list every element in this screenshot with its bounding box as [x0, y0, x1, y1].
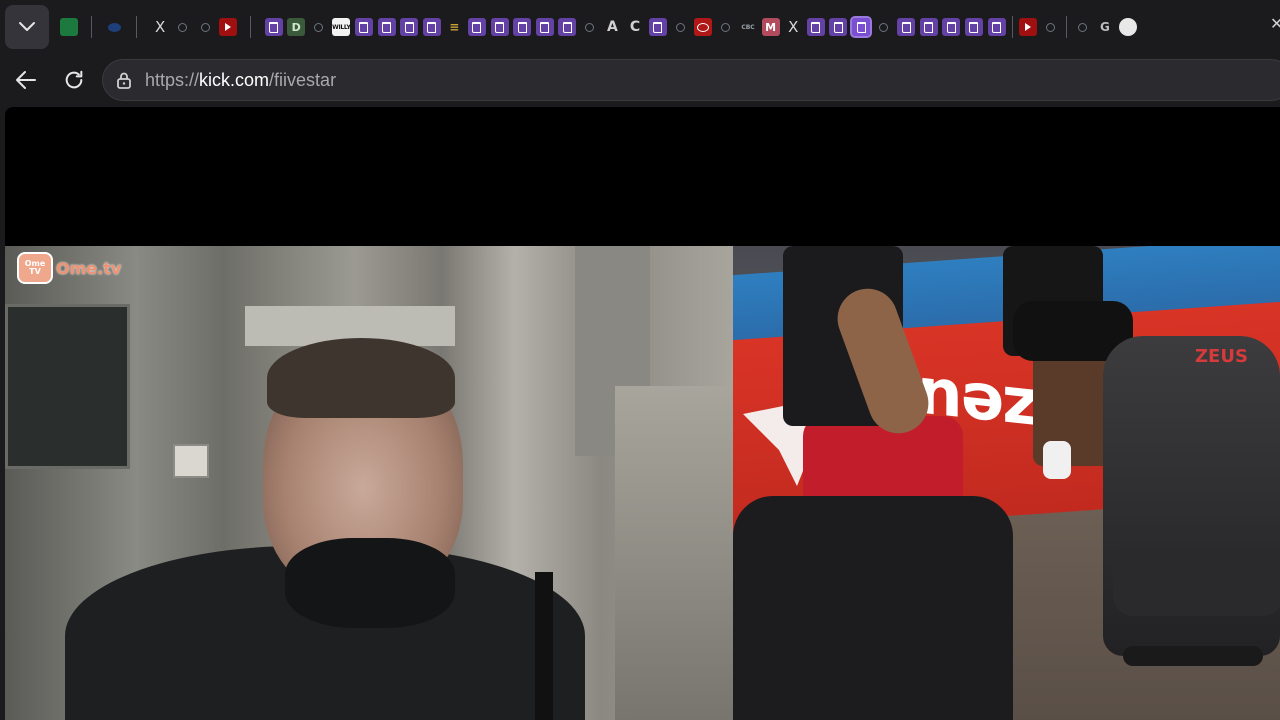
tab-separator: [249, 16, 251, 38]
left-camera-feed: Ome TV Ome.tv: [5, 246, 733, 720]
pinned-tab-search-icon[interactable]: [671, 18, 689, 36]
pinned-tab-toyota-icon[interactable]: [693, 18, 712, 36]
pinned-tab-search-icon[interactable]: [174, 18, 192, 36]
url-host: kick.com: [199, 70, 270, 90]
pinned-tab-d-logo-icon[interactable]: D: [287, 18, 306, 36]
pinned-tab-search-icon[interactable]: [716, 18, 734, 36]
reload-icon: [65, 70, 83, 89]
address-bar[interactable]: https://kick.com/fiivestar: [102, 59, 1280, 101]
wall-screen: [5, 304, 130, 469]
pinned-tab-twitch-icon[interactable]: [829, 18, 848, 36]
pinned-tab-x-icon[interactable]: X: [784, 18, 802, 36]
chevron-down-icon: [19, 22, 35, 31]
seated-person-shoe: [1043, 441, 1071, 479]
chair-seat: [1113, 546, 1280, 616]
pinned-tab-letter-icon[interactable]: A: [603, 18, 621, 36]
chair-base: [1123, 646, 1263, 666]
pinned-tab-twitch-icon[interactable]: [467, 18, 486, 36]
pinned-tab-twitch-icon[interactable]: [806, 18, 825, 36]
streamer-hair: [267, 338, 455, 418]
url-text[interactable]: https://kick.com/fiivestar: [145, 70, 336, 91]
tab-separator: [1012, 16, 1014, 38]
pinned-tab-cbc-icon[interactable]: CBC: [739, 18, 757, 36]
pinned-tab-m-logo-icon[interactable]: M: [761, 18, 780, 36]
pinned-tab-twitch-icon[interactable]: [513, 18, 532, 36]
pinned-tab-twitch-icon[interactable]: [264, 18, 283, 36]
tab-strip: X D WILLY ≡ A C CBC M X G ✕: [0, 0, 1280, 54]
navigation-toolbar: https://kick.com/fiivestar: [0, 54, 1280, 106]
pinned-tab-twitch-icon[interactable]: [535, 18, 554, 36]
gaming-chair-left: [733, 496, 1013, 720]
radio-antenna: [535, 572, 553, 720]
pinned-tab-search-icon[interactable]: [1073, 18, 1091, 36]
arrow-left-icon: [16, 71, 36, 89]
pinned-tab-twitch-icon[interactable]: [850, 16, 872, 38]
url-path: /fiivestar: [269, 70, 337, 90]
tab-separator: [136, 16, 138, 38]
pinned-tab-youtube-icon[interactable]: [218, 18, 237, 36]
pinned-tab-search-icon[interactable]: [875, 18, 893, 36]
pinned-tab-deal-icon[interactable]: ≡: [445, 18, 463, 36]
pinned-tab-twitch-icon[interactable]: [964, 18, 983, 36]
pinned-tab-search-icon[interactable]: [196, 18, 214, 36]
pinned-tab-youtube-icon[interactable]: [1019, 18, 1038, 36]
lock-icon[interactable]: [115, 71, 133, 89]
pinned-tab-twitch-icon[interactable]: [987, 18, 1006, 36]
url-scheme: https://: [145, 70, 200, 90]
pinned-tab-spreadsheet-icon[interactable]: [60, 18, 78, 36]
pinned-tabs: X D WILLY ≡ A C CBC M X G: [60, 13, 1141, 41]
stream-video-player[interactable]: Ome TV Ome.tv zeus ZEUS: [5, 246, 1280, 720]
pinned-tab-willy-logo-icon[interactable]: WILLY: [332, 18, 351, 36]
pinned-tab-letter-icon[interactable]: C: [626, 18, 644, 36]
pinned-tab-twitch-icon[interactable]: [422, 18, 441, 36]
pinned-tab-globe-icon[interactable]: [106, 18, 124, 36]
chair-brand-logo: ZEUS: [1195, 346, 1248, 367]
wall-panel: [615, 386, 733, 720]
pinned-tab-x-icon[interactable]: X: [151, 18, 169, 36]
pinned-tab-twitch-icon[interactable]: [558, 18, 577, 36]
pinned-tab-twitch-icon[interactable]: [648, 18, 667, 36]
back-button[interactable]: [10, 64, 42, 96]
pinned-tab-circle-icon[interactable]: [1118, 18, 1137, 36]
pinned-tab-search-icon[interactable]: [581, 18, 599, 36]
tab-separator: [1066, 16, 1068, 38]
right-camera-feed: zeus ZEUS: [733, 246, 1280, 720]
pinned-tab-twitch-icon[interactable]: [897, 18, 916, 36]
reload-button[interactable]: [58, 64, 90, 96]
streamer-scarf: [285, 538, 455, 628]
ome-tv-logo: Ome TV Ome.tv: [17, 252, 121, 284]
pinned-tab-twitch-icon[interactable]: [919, 18, 938, 36]
pinned-tab-twitch-icon[interactable]: [400, 18, 419, 36]
pinned-tab-twitch-icon[interactable]: [354, 18, 373, 36]
close-icon[interactable]: ✕: [1270, 14, 1280, 33]
ome-tv-badge: Ome TV: [17, 252, 53, 284]
pinned-tab-twitch-icon[interactable]: [490, 18, 509, 36]
page-viewport: Ome TV Ome.tv zeus ZEUS: [5, 107, 1280, 720]
pinned-tab-search-icon[interactable]: [310, 18, 328, 36]
pinned-tab-twitch-icon[interactable]: [942, 18, 961, 36]
tab-separator: [90, 16, 92, 38]
ome-tv-brand: Ome.tv: [56, 258, 122, 278]
pinned-tab-google-icon[interactable]: G: [1096, 18, 1114, 36]
tab-search-button[interactable]: [5, 5, 49, 49]
pinned-tab-twitch-icon[interactable]: [377, 18, 396, 36]
pinned-tab-search-icon[interactable]: [1042, 18, 1060, 36]
wall-device: [173, 444, 209, 478]
